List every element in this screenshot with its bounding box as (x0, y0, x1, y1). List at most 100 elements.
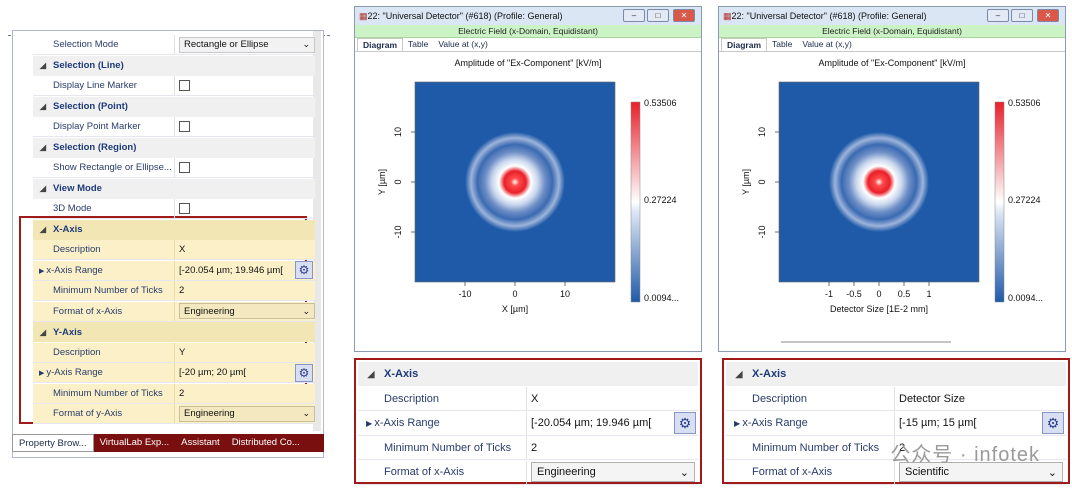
property-value[interactable] (174, 117, 315, 136)
property-value[interactable]: [-20.054 µm; 19.946 µm[⚙ (526, 411, 698, 435)
category-header[interactable]: ◢ X-Axis (358, 362, 698, 386)
x-tick-label: -0.5 (846, 289, 862, 299)
property-label-text: Minimum Number of Ticks (53, 285, 163, 296)
minimize-button[interactable]: – (623, 9, 645, 22)
field-plot: Amplitude of "Ex-Component" [kV/m] -1 -0.5… (741, 58, 1043, 343)
property-value[interactable]: Detector Size (894, 387, 1066, 410)
minimize-button[interactable]: – (987, 9, 1009, 22)
category-header[interactable]: ◢ Y-Axis (33, 322, 315, 342)
property-value-text: 2 (179, 285, 185, 296)
colorbar-label: 0.53506 (644, 98, 677, 108)
checkbox[interactable] (179, 121, 190, 132)
property-label: Format of x-Axis (358, 466, 526, 478)
axis-properties-1: ◢ X-Axis Description X ▶ x-Axis Range [-20.05… (354, 358, 702, 485)
close-button[interactable]: ✕ (1037, 9, 1059, 22)
property-label: Display Point Marker (33, 121, 174, 132)
category-label: Selection (Line) (53, 60, 124, 71)
property-label: ▶ y-Axis Range (33, 367, 174, 378)
property-value[interactable]: X (526, 387, 698, 410)
close-button[interactable]: ✕ (673, 9, 695, 22)
app-icon: ▦ (723, 10, 732, 21)
collapse-triangle-icon[interactable]: ◢ (33, 143, 53, 152)
property-label: Selection Mode (33, 39, 174, 50)
property-value[interactable] (174, 76, 315, 95)
dropdown-value: Rectangle or Ellipse (184, 39, 269, 50)
colorbar-label: 0.27224 (1008, 195, 1041, 205)
property-value[interactable]: [-20.054 µm; 19.946 µm[⚙ (174, 260, 315, 280)
property-value[interactable]: 2 (526, 436, 698, 459)
category-header[interactable]: ◢ X-Axis (33, 219, 315, 240)
window-title: 22: "Universal Detector" (#618) (Profile… (367, 11, 563, 21)
property-row: Selection Mode Rectangle or Ellipse ⌄ (33, 35, 315, 55)
property-value[interactable]: Engineering ⌄ (174, 404, 315, 423)
gear-icon[interactable]: ⚙ (674, 412, 696, 434)
y-axis-label: Y [µm] (741, 169, 751, 195)
panel-tab[interactable]: VirtualLab Exp... (94, 434, 176, 452)
property-value[interactable]: 2 (174, 383, 315, 403)
checkbox[interactable] (179, 80, 190, 91)
window-subtitle: Electric Field (x-Domain, Equidistant) (719, 25, 1065, 38)
collapse-triangle-icon[interactable]: ◢ (33, 184, 53, 193)
colorbar-label: 0.27224 (644, 195, 677, 205)
collapse-triangle-icon[interactable]: ◢ (33, 61, 53, 70)
category-header[interactable]: ◢ X-Axis (726, 362, 1066, 386)
gear-icon[interactable]: ⚙ (1042, 412, 1064, 434)
property-row: ▶ x-Axis Range [-20.054 µm; 19.946 µm[⚙ (358, 411, 698, 436)
category-header[interactable]: ◢ Selection (Point) (33, 96, 315, 117)
view-tab[interactable]: Table (767, 38, 797, 51)
panel-tab[interactable]: Property Brow... (12, 434, 94, 452)
colorbar (994, 101, 1005, 303)
property-value[interactable] (174, 158, 315, 177)
property-label-text: Format of x-Axis (384, 466, 465, 478)
view-tab[interactable]: Diagram (357, 38, 404, 51)
property-label-text: Description (53, 346, 101, 358)
property-value[interactable]: Engineering ⌄ (526, 460, 698, 484)
view-tab[interactable]: Value at (x,y) (433, 38, 492, 51)
detector-window-2: ▦ 22: "Universal Detector" (#618) (Profi… (718, 6, 1066, 352)
view-tab[interactable]: Table (403, 38, 433, 51)
collapse-triangle-icon[interactable]: ◢ (726, 369, 752, 380)
view-tab[interactable]: Diagram (721, 38, 768, 51)
property-value[interactable]: X (174, 240, 315, 259)
property-label: Minimum Number of Ticks (33, 285, 174, 296)
property-value[interactable]: Rectangle or Ellipse ⌄ (174, 35, 315, 54)
checkbox[interactable] (179, 162, 190, 173)
plot-title: Amplitude of "Ex-Component" [kV/m] (819, 58, 966, 68)
dropdown[interactable]: Engineering ⌄ (179, 405, 315, 422)
view-tab[interactable]: Value at (x,y) (797, 38, 856, 51)
checkbox[interactable] (179, 203, 190, 214)
collapse-triangle-icon[interactable]: ◢ (33, 328, 53, 337)
maximize-button[interactable]: □ (1011, 9, 1033, 22)
property-value[interactable]: [-20 µm; 20 µm[⚙ (174, 363, 315, 382)
property-label-text: Display Point Marker (53, 121, 141, 132)
property-value-text: Y (179, 346, 186, 358)
property-row: Display Line Marker (33, 76, 315, 96)
property-label: Display Line Marker (33, 80, 174, 91)
property-value[interactable]: 2 (174, 281, 315, 300)
collapse-triangle-icon[interactable]: ◢ (33, 102, 53, 111)
category-label: X-Axis (384, 368, 419, 380)
property-value[interactable]: [-15 µm; 15 µm[⚙ (894, 411, 1066, 435)
x-tick-label: -10 (458, 289, 471, 299)
property-value[interactable] (174, 199, 315, 218)
dropdown[interactable]: Rectangle or Ellipse ⌄ (179, 36, 315, 53)
category-header[interactable]: ◢ Selection (Line) (33, 55, 315, 76)
category-header[interactable]: ◢ Selection (Region) (33, 137, 315, 158)
property-label: Description (726, 393, 894, 405)
property-value[interactable]: Y (174, 342, 315, 362)
dropdown[interactable]: Engineering ⌄ (531, 462, 695, 482)
property-value-text: 2 (531, 441, 538, 454)
property-value[interactable]: Engineering ⌄ (174, 301, 315, 321)
maximize-button[interactable]: □ (647, 9, 669, 22)
panel-tab[interactable]: Distributed Co... (226, 434, 306, 452)
category-header[interactable]: ◢ View Mode (33, 178, 315, 199)
panel-tab[interactable]: Assistant (175, 434, 226, 452)
y-tick-label: -10 (757, 225, 767, 238)
collapse-triangle-icon[interactable]: ◢ (33, 225, 53, 234)
dropdown[interactable]: Engineering ⌄ (179, 303, 315, 319)
gear-icon[interactable]: ⚙ (295, 261, 313, 279)
y-tick-label: 0 (757, 179, 767, 184)
gear-icon[interactable]: ⚙ (295, 363, 313, 382)
collapse-triangle-icon[interactable]: ◢ (358, 369, 384, 380)
property-label: ▶ x-Axis Range (33, 265, 174, 276)
